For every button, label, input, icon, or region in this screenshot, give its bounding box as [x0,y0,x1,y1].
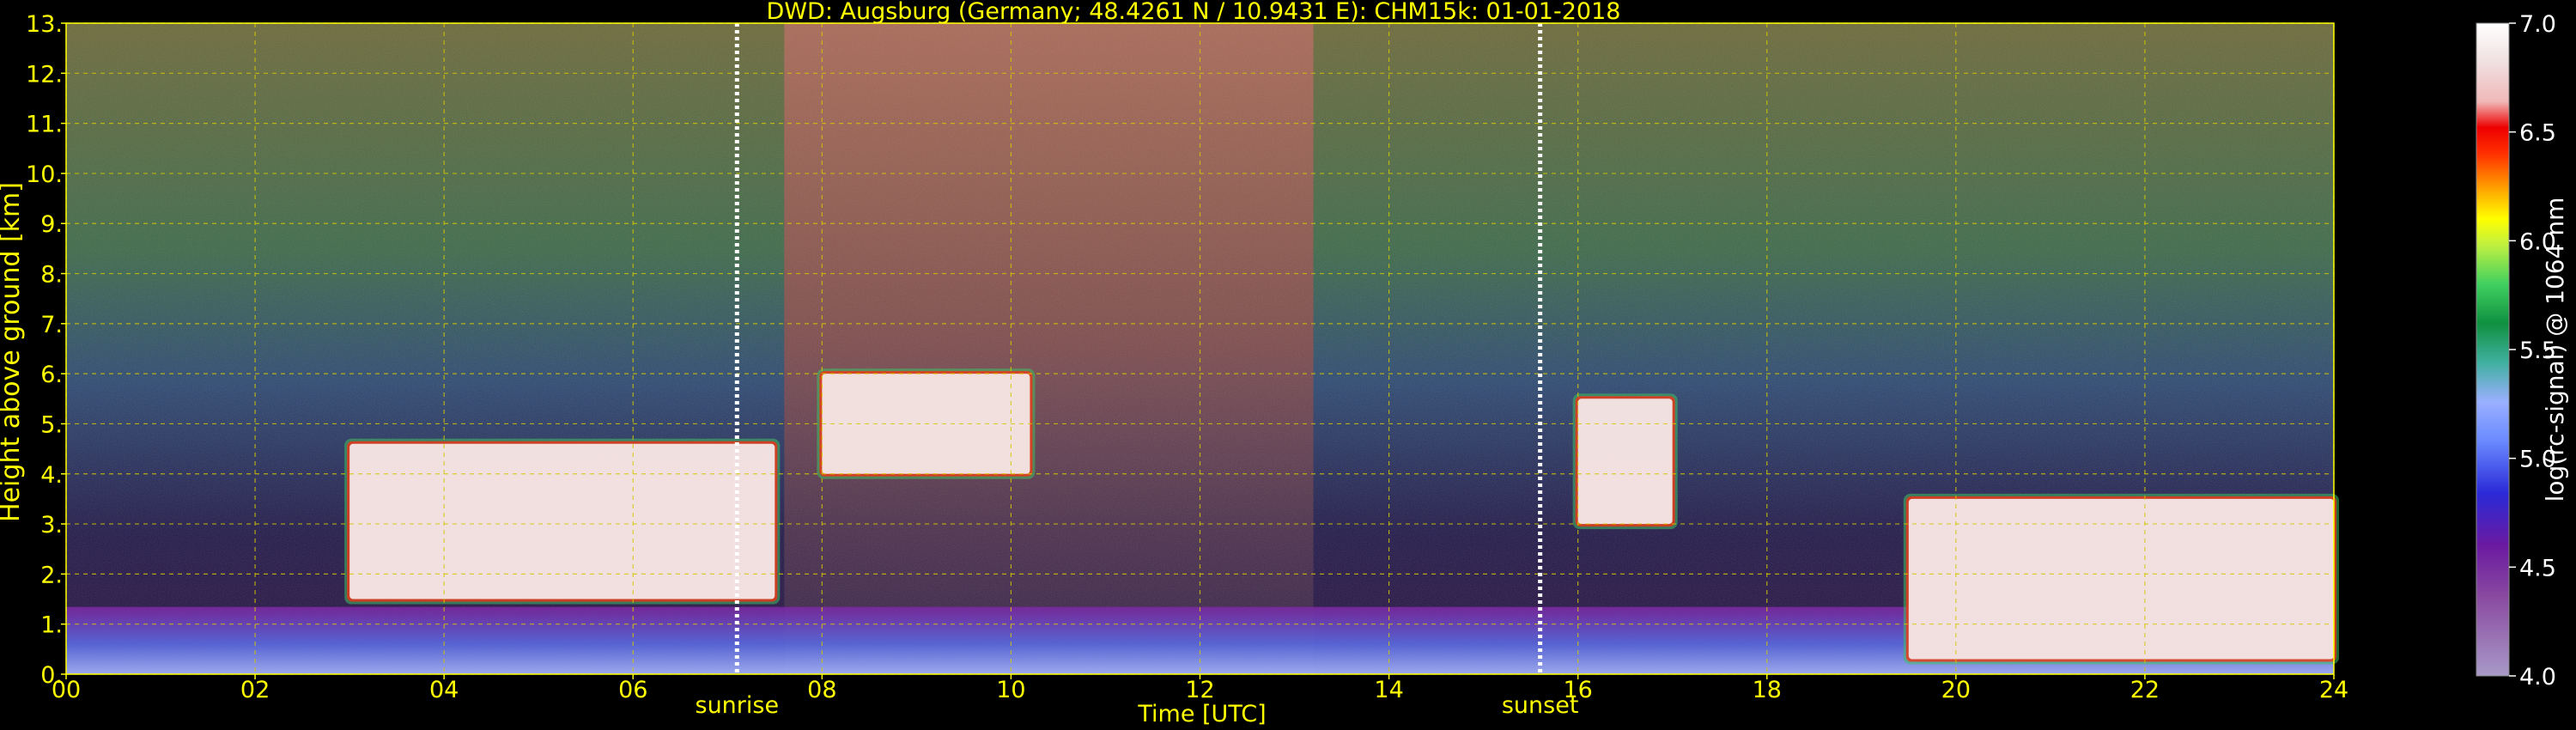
y-tick-label: 2. [40,562,63,588]
x-axis-label: Time [UTC] [1137,701,1266,727]
x-tick-label: 18 [1753,677,1782,703]
y-tick-label: 0. [40,662,63,689]
y-axis-label: Height above ground [km] [0,182,26,522]
colorbar-label: log(rc-signal) @ 1064 nm [2541,198,2569,502]
x-tick-label: 04 [429,677,459,703]
feature-cloud-patch [1572,393,1678,530]
y-tick-label: 5. [40,411,63,438]
y-tick-label: 11. [26,112,63,138]
feature-low-cloud [1903,493,2339,665]
y-tick-label: 6. [40,362,63,388]
marker-label-sunrise: sunrise [696,692,780,719]
chart-title: DWD: Augsburg (Germany; 48.4261 N / 10.9… [767,0,1621,25]
x-tick-label: 20 [1941,677,1971,703]
colorbar-tick-label: 6.5 [2519,120,2556,147]
y-tick-label: 7. [40,312,63,338]
y-tick-label: 8. [40,262,63,289]
colorbar-tick-label: 4.0 [2519,664,2556,690]
y-tick-label: 3. [40,512,63,538]
x-tick-label: 12 [1185,677,1214,703]
y-tick-label: 9. [40,211,63,238]
feature-rising-aerosol-cloud-layer [344,438,781,605]
y-tick-label: 1. [40,612,63,639]
colorbar-scale [2476,22,2510,677]
colorbar-tick-label: 7.0 [2519,11,2556,38]
x-tick-label: 22 [2130,677,2160,703]
y-tick-label: 13. [26,11,63,38]
y-tick-label: 4. [40,462,63,489]
x-tick-label: 16 [1563,677,1592,703]
x-tick-label: 10 [996,677,1025,703]
x-tick-label: 08 [807,677,836,703]
ceilometer-chart: sunrise sunset 00 02 04 06 08 10 12 14 16 18 20 22 24… [0,0,2569,727]
x-tick-label: 06 [618,677,647,703]
x-tick-label: 14 [1374,677,1403,703]
x-tick-label: 02 [240,677,270,703]
colorbar-tick-label: 4.5 [2519,555,2556,581]
y-tick-label: 12. [26,61,63,88]
y-tick-label: 10. [26,161,63,188]
x-tick-label: 24 [2319,677,2348,703]
